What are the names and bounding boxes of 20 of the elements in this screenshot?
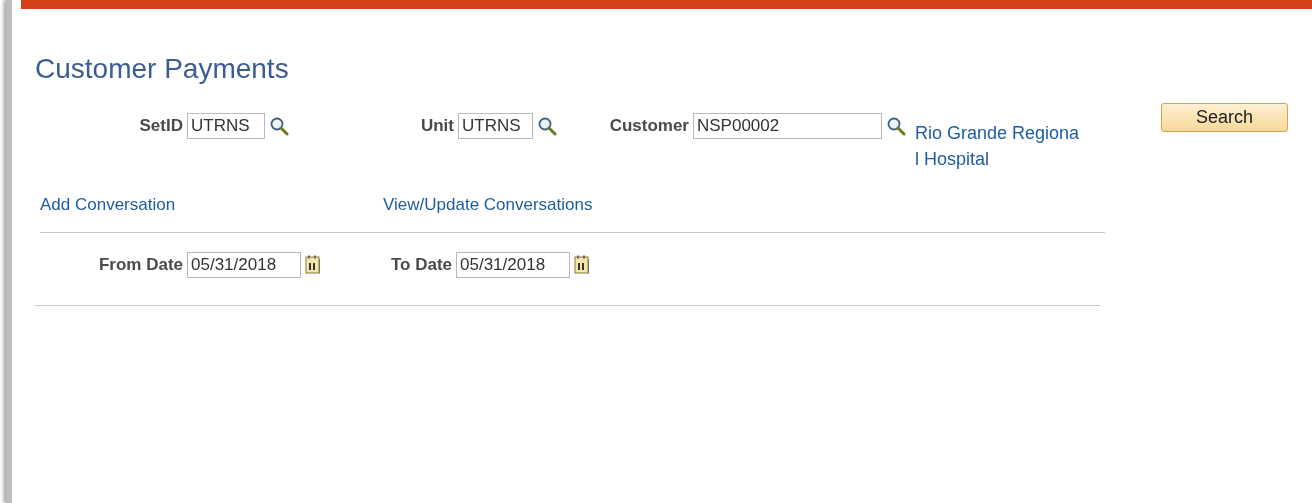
field-label: Unit: [419, 116, 454, 136]
link[interactable]: Add Conversation: [40, 195, 383, 215]
calendar-icon[interactable]: [574, 255, 590, 275]
field-label: To Date: [389, 255, 452, 275]
field-label: SetID: [138, 116, 183, 136]
link[interactable]: View/Update Conversations: [383, 195, 593, 215]
search-button[interactable]: Search: [1161, 103, 1288, 132]
input-field[interactable]: 05/31/2018: [456, 252, 570, 278]
field-label: From Date: [97, 255, 183, 275]
calendar-icon[interactable]: [305, 255, 321, 275]
search-icon[interactable]: [886, 116, 906, 136]
input-field[interactable]: 05/31/2018: [187, 252, 301, 278]
page-title: Customer Payments: [35, 53, 290, 85]
input-field[interactable]: NSP00002: [693, 113, 882, 139]
search-icon[interactable]: [537, 116, 557, 136]
search-icon[interactable]: [269, 116, 289, 136]
customer-name-link[interactable]: Rio Grande Regional Hospital: [915, 120, 1081, 172]
field-label: Customer: [608, 116, 689, 136]
input-field[interactable]: UTRNS: [187, 113, 265, 139]
input-field[interactable]: UTRNS: [458, 113, 533, 139]
